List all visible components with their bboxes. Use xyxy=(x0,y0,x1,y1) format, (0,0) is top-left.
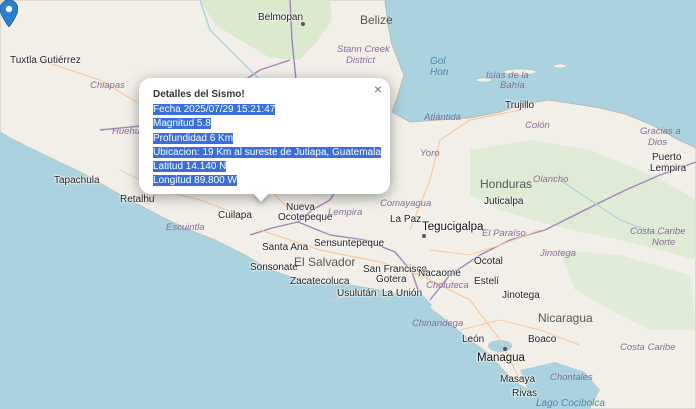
label-chontales: Chontales xyxy=(550,372,593,383)
label-costa-caribe-norte-2: Norte xyxy=(652,237,676,248)
label-escuintla: Escuintla xyxy=(166,222,205,233)
label-choluteca: Choluteca xyxy=(426,280,469,291)
label-cuilapa: Cuilapa xyxy=(218,210,252,221)
label-belize: Belize xyxy=(360,13,393,27)
label-tapachula: Tapachula xyxy=(54,175,100,186)
label-trujillo: Trujillo xyxy=(505,100,535,111)
label-managua: Managua xyxy=(477,352,525,364)
map-pin-icon[interactable] xyxy=(0,0,18,27)
popup-tip xyxy=(252,192,270,202)
label-tuxtla: Tuxtla Gutiérrez xyxy=(10,55,81,66)
label-lago-cocibolca: Lago Cocibolca xyxy=(536,398,605,409)
label-belmopan: Belmopan xyxy=(258,12,304,23)
label-jinotega-region: Jinotega xyxy=(540,248,576,259)
label-usulutan: Usulután xyxy=(337,288,377,299)
popup-magnitud: Magnitud 5.8 xyxy=(153,118,211,130)
label-boaco: Boaco xyxy=(528,334,557,345)
label-comayagua: Comayagua xyxy=(380,198,432,209)
label-lempira: Lempira xyxy=(328,207,363,218)
popup-ubicacion: Ubicacion: 19 Km al sureste de Jutiapa, … xyxy=(153,146,381,158)
label-gotera: Gotera xyxy=(376,274,407,285)
label-el-paraiso: El Paraíso xyxy=(482,228,526,239)
label-honduras: Honduras xyxy=(480,177,533,191)
popup-latitud: Latitud 14.140 N xyxy=(153,161,227,173)
label-yoro: Yoro xyxy=(420,148,440,159)
label-olancho: Olancho xyxy=(533,174,569,185)
lake-managua xyxy=(488,340,512,352)
label-leon: León xyxy=(462,334,485,345)
label-retalhuleu: Retalhu xyxy=(120,194,155,205)
label-atlantida: Atlántida xyxy=(424,112,461,123)
popup-fecha: Fecha 2025/07/29 15:21:47 xyxy=(153,104,276,116)
label-masaya: Masaya xyxy=(500,374,536,385)
label-rivas: Rivas xyxy=(512,388,538,399)
label-district: District xyxy=(346,55,376,66)
earthquake-popup: × Detalles del Sismo! Fecha 2025/07/29 1… xyxy=(139,78,390,198)
label-la-union: La Unión xyxy=(382,288,423,299)
label-nicaragua: Nicaragua xyxy=(538,311,593,325)
label-costa-caribe-sur: Costa Caribe xyxy=(620,342,676,353)
popup-profundidad: Profundidad 6 Km xyxy=(153,132,234,144)
label-gol-2: Hon xyxy=(430,67,449,78)
label-sonsonate: Sonsonate xyxy=(250,262,298,273)
label-bahia: Bahía xyxy=(500,80,525,91)
map-canvas[interactable]: Belmopan Belize Stann Creek District Tux… xyxy=(0,0,696,409)
label-sensuntepeque: Sensuntepeque xyxy=(314,238,385,249)
label-el-salvador: El Salvador xyxy=(294,255,356,269)
label-puerto-lempira-2: Lempira xyxy=(650,163,687,174)
label-la-paz: La Paz xyxy=(390,214,422,225)
label-colon: Colón xyxy=(525,120,550,131)
label-juticalpa: Juticalpa xyxy=(484,196,524,207)
popup-title: Detalles del Sismo! xyxy=(153,89,245,100)
label-dios: Dios xyxy=(648,137,668,148)
label-tegucigalpa: Tegucigalpa xyxy=(422,221,484,233)
label-zacatecoluca: Zacatecoluca xyxy=(290,276,350,287)
label-chinandega: Chinandega xyxy=(412,318,464,329)
label-esteli: Estelí xyxy=(474,276,500,287)
label-chiapas: Chiapas xyxy=(90,80,125,91)
popup-content: Detalles del Sismo! Fecha 2025/07/29 15:… xyxy=(153,88,381,198)
label-ocotepeque: Ocotepeque xyxy=(278,212,333,223)
popup-longitud: Longitud 89.800 W xyxy=(153,175,237,187)
label-jinotega: Jinotega xyxy=(502,290,540,301)
label-santa-ana: Santa Ana xyxy=(262,242,309,253)
label-nacaome: Nacaome xyxy=(418,268,461,279)
label-ocotal: Ocotal xyxy=(474,256,503,267)
